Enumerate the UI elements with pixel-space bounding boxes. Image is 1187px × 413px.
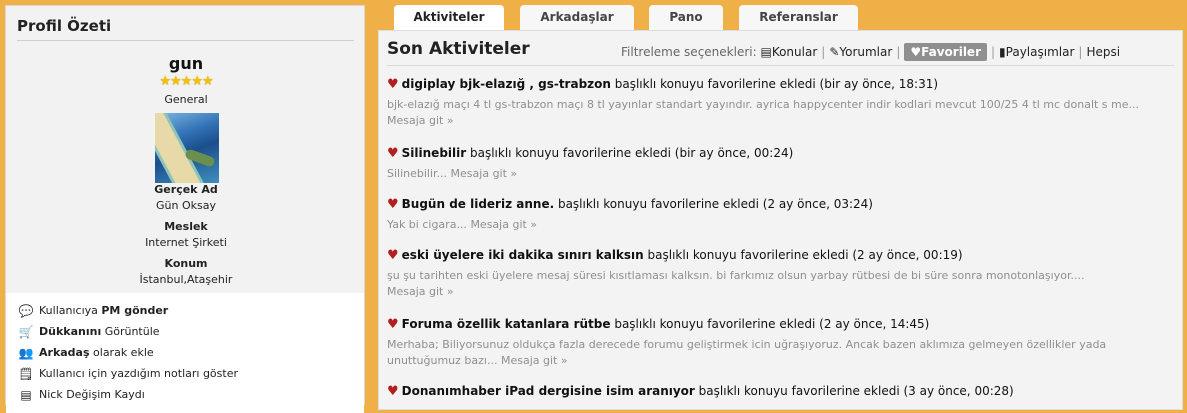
activity-text: başlıklı konuyu favorilerine ekledi (2 a…: [554, 197, 873, 211]
filter-comments[interactable]: ✎Yorumlar: [829, 45, 892, 59]
activity-item: ♥ Bugün de lideriz anne. başlıklı konuyu …: [387, 197, 1177, 233]
heart-icon: ♥: [910, 45, 922, 59]
location-label: Konum: [164, 257, 208, 270]
excerpt: Merhaba; Biliyorsunuz oldukça fazla dere…: [387, 338, 1107, 351]
note-icon: 🗒: [18, 367, 34, 381]
action-text: Kullanıcı için yazdığım notları göster: [39, 367, 238, 380]
show-notes-link[interactable]: 🗒 Kullanıcı için yazdığım notları göster: [18, 367, 238, 381]
avatar[interactable]: [155, 113, 219, 183]
action-bold: PM gönder: [101, 304, 169, 317]
filter-topics[interactable]: ▤Konular: [760, 45, 817, 59]
topic-title-link[interactable]: eski üyelere iki dakika sınırı kalksın: [402, 248, 644, 262]
topics-icon: ▤: [760, 45, 772, 59]
activity-text: başlıklı konuyu favorilerine ekledi (bir…: [466, 146, 794, 160]
excerpt: Silinebilir... Mesaja git »: [387, 166, 1177, 182]
activity-item: ♥ Foruma özellik katanlara rütbe başlıklı…: [387, 317, 1177, 369]
username: gun: [168, 54, 204, 73]
favorite-heart-icon: ♥: [387, 317, 399, 332]
activity-item: ♥ digiplay bjk-elazığ , gs-trabzon başlık…: [387, 77, 1177, 129]
favorite-heart-icon: ♥: [387, 384, 399, 399]
action-text: Görüntüle: [101, 325, 160, 338]
action-text: Kullanıcıya: [39, 304, 102, 317]
excerpt: bjk-elazığ maçı 4 tl gs-trabzon maçı 8 t…: [387, 98, 1140, 111]
separator: |: [896, 45, 901, 59]
view-shop-link[interactable]: 🛒 Dükkanını Görüntüle: [18, 325, 160, 339]
nick-history-link[interactable]: ▤ Nick Değişim Kaydı: [18, 388, 145, 402]
divider: [387, 65, 1174, 66]
activity-text: başlıklı konuyu favorilerine ekledi (2 a…: [643, 248, 963, 262]
favorite-heart-icon: ♥: [387, 146, 399, 161]
filter-all[interactable]: Hepsi: [1086, 45, 1120, 59]
go-to-message-link[interactable]: Mesaja git »: [501, 354, 568, 367]
rating-stars: ★★★★★: [159, 74, 213, 89]
favorite-heart-icon: ♥: [387, 77, 399, 92]
excerpt: şu şu tarihten eski üyelere mesaj süresi…: [387, 269, 1085, 282]
excerpt: Yak bi cigara... Mesaja git »: [387, 217, 1177, 233]
excerpt-continued: unuttuğumuz bazı... Mesaja git »: [387, 353, 1177, 369]
location-value: İstanbul,Ataşehir: [139, 273, 233, 286]
topic-title-link[interactable]: Silinebilir: [402, 146, 467, 160]
go-to-message-link[interactable]: Mesaja git »: [387, 113, 1177, 129]
filter-favorites[interactable]: ♥Favoriler: [904, 43, 987, 61]
topic-title-link[interactable]: Donanımhaber iPad dergisine isim aranıyo…: [402, 384, 695, 398]
add-friend-link[interactable]: 👥 Arkadaş olarak ekle: [18, 346, 154, 360]
filter-topics-label: Konular: [771, 45, 818, 59]
excerpt-text: Yak bi cigara...: [387, 218, 467, 231]
user-rank: General: [164, 93, 208, 106]
real-name-value: Gün Oksay: [156, 199, 216, 212]
history-icon: ▤: [20, 388, 32, 402]
activity-item: ♥ eski üyelere iki dakika sınırı kalksın …: [387, 248, 1177, 300]
activity-text: başlıklı konuyu favorilerine ekledi (bir…: [610, 77, 939, 91]
filter-favorites-label: Favoriler: [921, 45, 981, 59]
recent-activities-title: Son Aktiviteler: [387, 39, 530, 59]
pencil-icon: ✎: [829, 45, 840, 59]
topic-title-link[interactable]: Bugün de lideriz anne.: [402, 197, 554, 211]
avatar-island-shape: [155, 113, 206, 183]
filter-label: Filtreleme seçenekleri:: [621, 45, 757, 59]
activity-text: başlıklı konuyu favorilerine ekledi (2 a…: [610, 317, 930, 331]
action-bold: Arkadaş: [39, 346, 90, 359]
excerpt-text: Silinebilir...: [387, 167, 448, 180]
excerpt-text: unuttuğumuz bazı...: [387, 354, 498, 367]
filter-options: Filtreleme seçenekleri: ▤Konular | ✎Yoruml…: [621, 43, 1120, 61]
profile-summary-title: Profil Özeti: [17, 17, 112, 35]
action-bold: Dükkanını: [39, 325, 102, 338]
divider: [17, 40, 354, 41]
tab-references[interactable]: Referanslar: [739, 5, 858, 30]
activity-item: ♥ Donanımhaber iPad dergisine isim aranıy…: [387, 384, 1177, 399]
action-text: olarak ekle: [89, 346, 154, 359]
share-icon: ▮: [999, 45, 1006, 59]
separator: |: [990, 45, 996, 59]
go-to-message-link[interactable]: Mesaja git »: [387, 284, 1177, 300]
filter-shares[interactable]: ▮Paylaşımlar: [999, 45, 1074, 59]
activities-panel: Son Aktiviteler Filtreleme seçenekleri: …: [378, 30, 1183, 410]
action-text: Nick Değişim Kaydı: [39, 388, 145, 401]
profile-summary-panel: Profil Özeti gun ★★★★★ General Gerçek Ad…: [5, 5, 365, 413]
go-to-message-link[interactable]: Mesaja git »: [470, 218, 537, 231]
filter-shares-label: Paylaşımlar: [1005, 45, 1075, 59]
cart-icon: 🛒: [18, 325, 34, 339]
topic-title-link[interactable]: Foruma özellik katanlara rütbe: [402, 317, 611, 331]
send-pm-link[interactable]: 💬 Kullanıcıya PM gönder: [18, 304, 169, 318]
profile-actions: 💬 Kullanıcıya PM gönder 🛒 Dükkanını Görünt…: [6, 293, 364, 413]
favorite-heart-icon: ♥: [387, 248, 399, 263]
separator: |: [821, 45, 826, 59]
job-label: Meslek: [164, 220, 208, 233]
topic-title-link[interactable]: digiplay bjk-elazığ , gs-trabzon: [402, 77, 611, 91]
activity-item: ♥ Silinebilir başlıklı konuyu favorilerin…: [387, 146, 1177, 182]
add-friend-icon: 👥: [18, 346, 34, 360]
favorite-heart-icon: ♥: [387, 197, 399, 212]
tab-board[interactable]: Pano: [649, 5, 723, 30]
real-name-label: Gerçek Ad: [154, 183, 218, 196]
tab-friends[interactable]: Arkadaşlar: [520, 5, 634, 30]
job-value: Internet Şirketi: [145, 236, 227, 249]
activity-text: başlıklı konuyu favorilerine ekledi (3 a…: [694, 384, 1014, 398]
filter-comments-label: Yorumlar: [839, 45, 893, 59]
separator: |: [1078, 45, 1083, 59]
speech-bubble-icon: 💬: [18, 304, 34, 318]
go-to-message-link[interactable]: Mesaja git »: [451, 167, 518, 180]
